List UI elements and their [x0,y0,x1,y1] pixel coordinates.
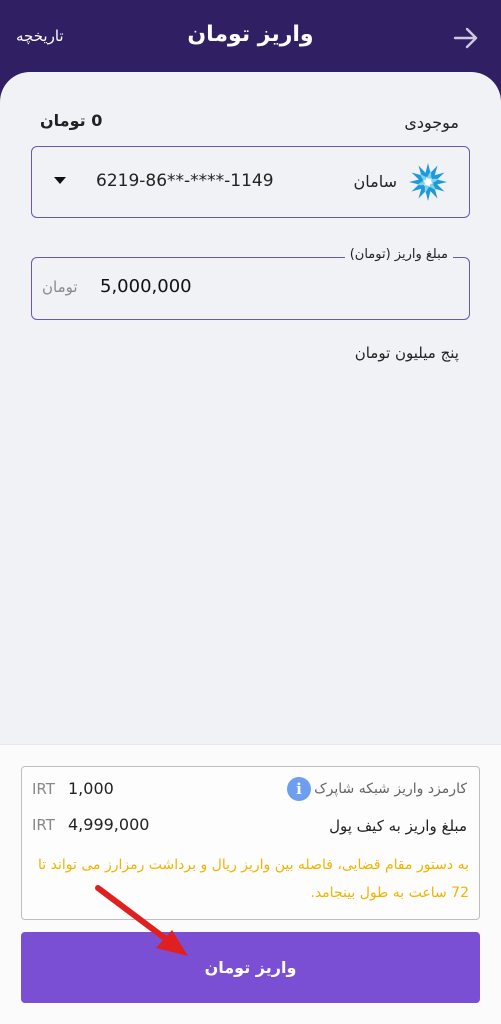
bottom-panel: کارمزد واریز شبکه شاپرک i 1,000 IRT مبلغ… [0,744,501,1024]
caret-down-icon [54,177,66,184]
fee-label: کارمزد واریز شبکه شاپرک [314,781,467,797]
bank-name: سامان [353,172,397,191]
balance-value: 0 تومان [40,111,103,130]
fee-currency: IRT [32,780,55,798]
amount-in-words: پنج میلیون تومان [354,344,459,362]
bank-card-select[interactable]: 6219-86**-****-1149 سامان [31,146,470,218]
deposit-amount-input[interactable]: 5,000,000 [100,276,192,297]
deposit-amount-label: مبلغ واریز (تومان) [344,247,453,262]
arrow-right-icon[interactable] [453,26,479,50]
balance-label: موجودی [404,113,459,132]
page-title: واریز تومان [187,22,314,47]
wallet-amount: 4,999,000 [68,815,150,834]
wallet-amount-label: مبلغ واریز به کیف پول [329,817,467,835]
judicial-warning: به دستور مقام قضایی، فاصله بین واریز ریا… [38,857,469,901]
app-header: تاریخچه واریز تومان [0,0,501,80]
wallet-currency: IRT [32,816,55,834]
fee-amount: 1,000 [68,779,114,798]
deposit-amount-field[interactable]: مبلغ واریز (تومان) 5,000,000 تومان [31,247,470,320]
saman-bank-logo-icon [409,163,447,201]
card-number: 6219-86**-****-1149 [96,171,274,191]
deposit-summary: کارمزد واریز شبکه شاپرک i 1,000 IRT مبلغ… [21,766,480,920]
info-icon[interactable]: i [287,777,311,801]
deposit-submit-button[interactable]: واریز تومان [21,932,480,1003]
deposit-amount-unit: تومان [42,278,78,296]
